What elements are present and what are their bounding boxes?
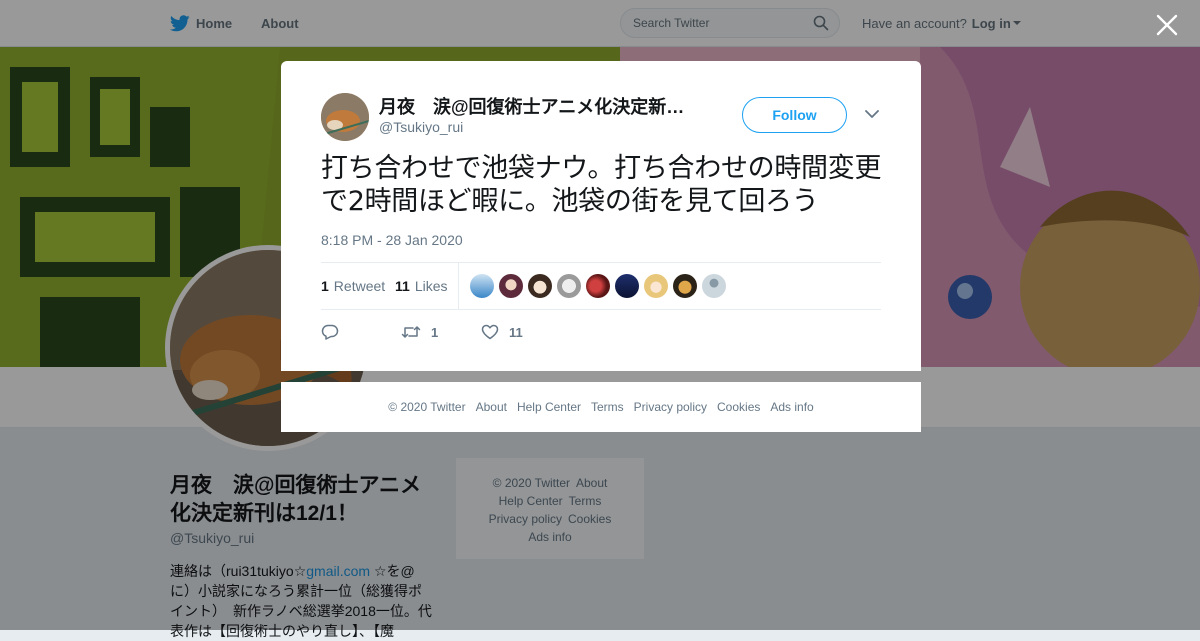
likes-stat[interactable]: 11 Likes [395,263,448,309]
retweet-stat-label: Retweet [333,278,386,294]
footer-copyright: © 2020 Twitter [388,400,466,414]
liker-avatar[interactable] [673,274,697,298]
footer-terms[interactable]: Terms [591,400,624,414]
reply-action[interactable] [321,324,401,340]
tweet-author-avatar[interactable] [321,93,369,141]
tweet-text: 打ち合わせで池袋ナウ。打ち合わせの時間変更で2時間ほど暇に。池袋の街を見て回ろう [321,153,882,217]
modal-footer: © 2020 Twitter About Help Center Terms P… [281,382,921,432]
liker-avatar[interactable] [557,274,581,298]
retweet-stat[interactable]: 1 Retweet [321,263,385,309]
stats-divider [458,263,459,309]
retweet-count: 1 [321,278,329,294]
liker-avatar[interactable] [499,274,523,298]
chevron-down-icon[interactable] [865,109,879,119]
footer-privacy[interactable]: Privacy policy [634,400,707,414]
tweet-modal: 月夜 涙@回復術士アニメ化決定新刊は12/1！ @Tsukiyo_rui Fol… [281,61,921,371]
like-action-count: 11 [509,324,523,340]
footer-help-center[interactable]: Help Center [517,400,581,414]
liker-avatar[interactable] [615,274,639,298]
like-action[interactable]: 11 [481,324,523,340]
likes-stat-label: Likes [414,278,448,294]
liker-avatar[interactable] [528,274,552,298]
follow-button[interactable]: Follow [742,97,847,133]
footer-cookies[interactable]: Cookies [717,400,760,414]
close-icon[interactable] [1154,12,1180,38]
reply-icon [321,324,339,340]
liker-avatar[interactable] [702,274,726,298]
footer-ads-info[interactable]: Ads info [770,400,813,414]
retweet-icon [401,326,421,338]
liker-avatar[interactable] [644,274,668,298]
tweet-stats: 1 Retweet 11 Likes [321,262,881,310]
tweet-author-name[interactable]: 月夜 涙@回復術士アニメ化決定新刊は12/1！ [379,93,699,119]
retweet-action[interactable]: 1 [401,324,481,340]
tweet-timestamp[interactable]: 8:18 PM - 28 Jan 2020 [321,232,463,248]
tweet-author-handle[interactable]: @Tsukiyo_rui [379,119,463,135]
like-count: 11 [395,278,410,294]
heart-icon [481,324,499,340]
liker-avatar[interactable] [470,274,494,298]
liker-avatar[interactable] [586,274,610,298]
liker-avatars [470,274,731,298]
footer-about[interactable]: About [476,400,507,414]
retweet-action-count: 1 [431,324,439,340]
tweet-actions: 1 11 [321,320,523,344]
